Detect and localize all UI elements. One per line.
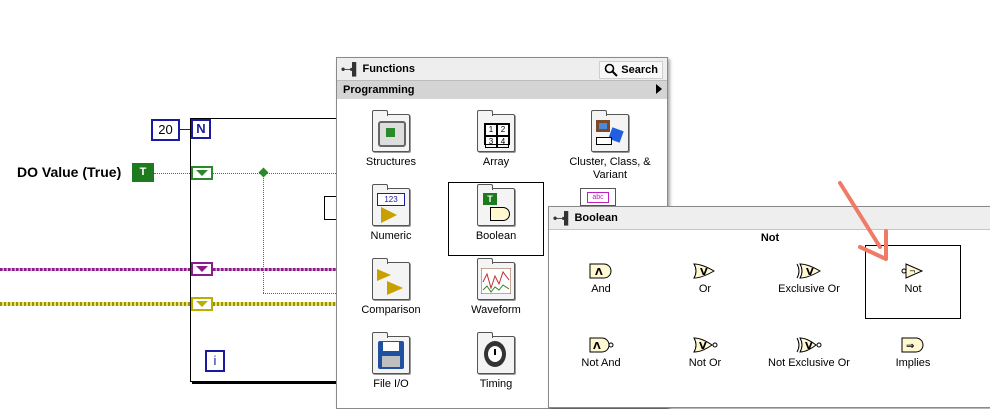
palette-item-structures[interactable]: Structures: [343, 110, 439, 169]
purple-wire: [0, 268, 190, 271]
yellow-wire: [0, 302, 190, 306]
svg-text:V: V: [805, 341, 813, 352]
palette-item-cluster[interactable]: Cluster, Class, & Variant: [562, 110, 658, 182]
boolean-palette-header[interactable]: •─▪▌ Boolean: [549, 207, 990, 230]
pin-icon[interactable]: •─▪▌: [553, 211, 573, 225]
bool-item-not-or[interactable]: V Not Or: [657, 337, 753, 370]
palette-item-timing[interactable]: Timing: [448, 332, 544, 391]
palette-item-waveform[interactable]: Waveform: [448, 258, 544, 317]
hover-caption: Not: [760, 232, 780, 244]
not-gate-icon: ¬: [901, 263, 924, 279]
boolean-palette-title: Boolean: [574, 212, 618, 224]
loop-count-terminal: N: [191, 119, 211, 139]
pin-icon[interactable]: •─▪▌: [341, 62, 361, 76]
loop-count-constant[interactable]: 20: [151, 119, 180, 141]
search-button[interactable]: Search: [599, 61, 663, 79]
expand-arrow-icon[interactable]: [656, 84, 662, 94]
functions-palette-title: Functions: [362, 63, 416, 75]
nand-gate-icon: Λ: [589, 337, 614, 353]
waveform-icon: [477, 258, 515, 300]
annotation-arrow: [838, 181, 888, 261]
purple-tunnel: [191, 262, 213, 276]
iteration-terminal: i: [205, 350, 225, 372]
xnor-gate-icon: V: [796, 337, 822, 353]
file-io-icon: [372, 332, 410, 374]
boolean-palette[interactable]: •─▪▌ Boolean Not Λ And V Or V Exclusive …: [548, 206, 990, 408]
cluster-icon: [591, 110, 629, 152]
boolean-selection-box: [448, 182, 544, 256]
bool-item-not-and[interactable]: Λ Not And: [553, 337, 649, 370]
for-loop-frame[interactable]: [190, 118, 351, 382]
numeric-icon: 123: [372, 184, 410, 226]
svg-text:Λ: Λ: [595, 267, 603, 278]
and-gate-icon: Λ: [589, 263, 612, 279]
loop-count-value: 20: [158, 122, 173, 137]
array-icon: 1 2 3 4: [477, 110, 515, 152]
bool-item-or[interactable]: V Or: [657, 263, 753, 296]
structures-icon: [372, 110, 410, 152]
yellow-tunnel: [191, 297, 213, 311]
search-icon: [604, 63, 619, 77]
search-label: Search: [621, 64, 658, 76]
bool-item-implies[interactable]: ⇒ Implies: [865, 337, 961, 370]
svg-text:V: V: [806, 267, 814, 278]
svg-text:Λ: Λ: [593, 341, 601, 352]
bool-item-not-xor[interactable]: V Not Exclusive Or: [761, 337, 857, 370]
palette-item-comparison[interactable]: Comparison: [343, 258, 439, 317]
bool-item-and[interactable]: Λ And: [553, 263, 649, 296]
do-value-label: DO Value (True): [17, 164, 122, 180]
palette-item-array[interactable]: 1 2 3 4 Array: [448, 110, 544, 169]
comparison-icon: [372, 258, 410, 300]
implies-gate-icon: ⇒: [901, 337, 924, 353]
svg-text:¬: ¬: [909, 267, 916, 276]
palette-item-numeric[interactable]: 123 Numeric: [343, 184, 439, 243]
boolean-wire: [154, 173, 190, 174]
timing-icon: [477, 332, 515, 374]
or-gate-icon: V: [693, 263, 715, 279]
nor-gate-icon: V: [693, 337, 718, 353]
xor-gate-icon: V: [796, 263, 821, 279]
palette-item-file-io[interactable]: File I/O: [343, 332, 439, 391]
category-programming[interactable]: Programming: [337, 80, 667, 100]
svg-text:V: V: [700, 267, 708, 278]
string-icon-peek: abc: [580, 188, 616, 206]
boolean-constant[interactable]: T: [132, 163, 154, 182]
shift-register-boolean: [191, 166, 213, 180]
svg-text:⇒: ⇒: [906, 341, 914, 352]
svg-text:V: V: [699, 341, 707, 352]
